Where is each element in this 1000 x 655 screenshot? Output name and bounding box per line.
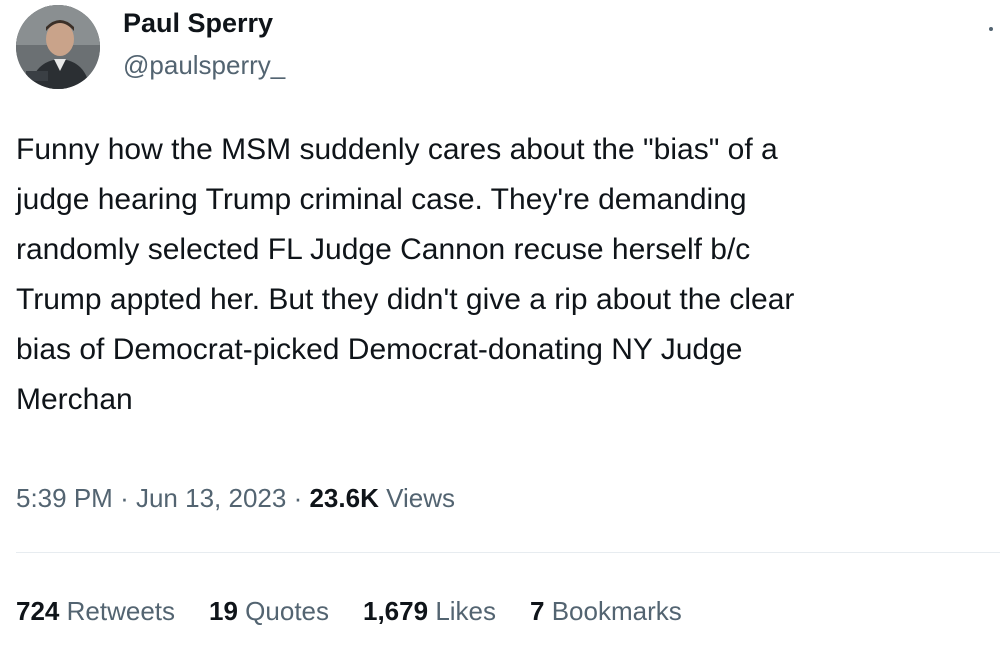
avatar[interactable] xyxy=(16,5,100,89)
views-count: 23.6K xyxy=(309,483,379,513)
retweets-stat[interactable]: 724 Retweets xyxy=(16,591,175,631)
meta-separator: · xyxy=(293,483,303,513)
bookmarks-stat[interactable]: 7 Bookmarks xyxy=(530,591,682,631)
display-name[interactable]: Paul Sperry xyxy=(123,4,285,42)
bookmarks-label: Bookmarks xyxy=(551,596,682,626)
author-block[interactable]: Paul Sperry @paulsperry_ xyxy=(123,4,285,84)
bookmarks-count: 7 xyxy=(530,596,545,626)
quotes-label: Quotes xyxy=(245,596,329,626)
retweets-count: 724 xyxy=(16,596,60,626)
divider xyxy=(16,552,1000,553)
likes-label: Likes xyxy=(435,596,497,626)
views-label: Views xyxy=(386,483,455,513)
tweet-time[interactable]: 5:39 PM xyxy=(16,483,113,513)
likes-stat[interactable]: 1,679 Likes xyxy=(363,591,496,631)
tweet-date[interactable]: Jun 13, 2023 xyxy=(136,483,286,513)
handle[interactable]: @paulsperry_ xyxy=(123,46,285,84)
quotes-count: 19 xyxy=(209,596,238,626)
meta-separator: · xyxy=(120,483,129,513)
retweets-label: Retweets xyxy=(66,596,176,626)
tweet-text: Funny how the MSM suddenly cares about t… xyxy=(16,133,795,416)
tweet-meta: 5:39 PM · Jun 13, 2023 · 23.6K Views xyxy=(16,478,455,518)
profile-photo-icon xyxy=(16,5,100,89)
quotes-stat[interactable]: 19 Quotes xyxy=(209,591,329,631)
likes-count: 1,679 xyxy=(363,596,429,626)
more-options-icon[interactable] xyxy=(986,24,996,34)
engagement-stats: 724 Retweets 19 Quotes 1,679 Likes 7 Boo… xyxy=(16,591,716,631)
more-options-dot xyxy=(989,27,993,31)
